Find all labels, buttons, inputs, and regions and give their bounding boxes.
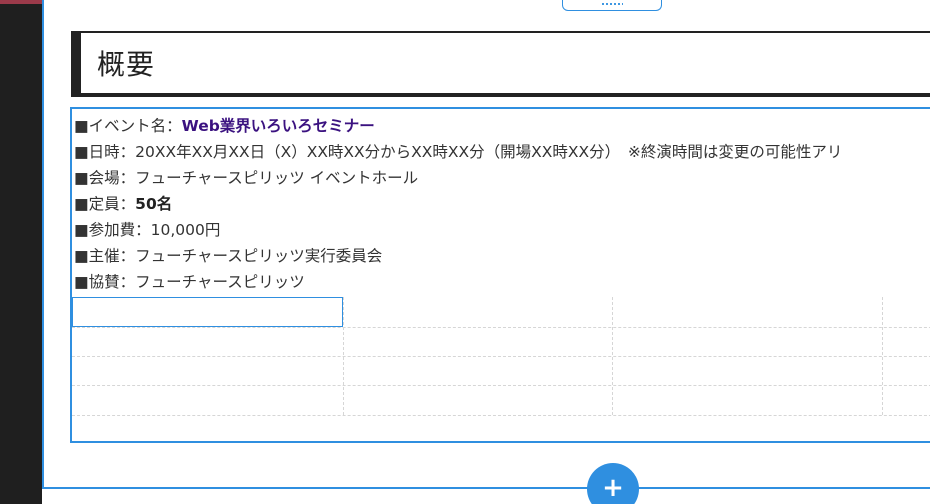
info-sponsor: ■協賛：フューチャースピリッツ — [74, 273, 305, 291]
grid-row-line — [72, 415, 930, 416]
info-capacity: ■定員：50名 — [74, 195, 842, 221]
grid-row-line — [72, 356, 930, 357]
grid-col-line — [882, 297, 883, 415]
info-event-name: ■イベント名：Web業界いろいろセミナー — [74, 117, 842, 143]
block-bottom-border — [42, 487, 930, 489]
plus-icon: + — [602, 473, 624, 503]
grid-col-line — [612, 297, 613, 415]
grid-row-line — [72, 385, 930, 386]
heading-title: 概要 — [97, 48, 156, 81]
grid-row-line — [72, 327, 930, 328]
active-table-cell[interactable] — [72, 297, 343, 327]
info-organizer: ■主催：フューチャースピリッツ実行委員会 — [74, 247, 383, 265]
drag-handle-icon — [601, 2, 623, 5]
block-drag-handle[interactable] — [562, 0, 662, 11]
event-name-value: Web業界いろいろセミナー — [181, 117, 375, 135]
event-info-list: ■イベント名：Web業界いろいろセミナー ■日時：20XX年XX月XX日（X）X… — [74, 117, 842, 299]
editor-stage: 概要 ■イベント名：Web業界いろいろセミナー ■日時：20XX年XX月XX日（… — [0, 0, 930, 504]
info-venue: ■会場：フューチャースピリッツ イベントホール — [74, 169, 419, 187]
empty-table-grid — [72, 297, 930, 443]
content-table-block[interactable]: ■イベント名：Web業界いろいろセミナー ■日時：20XX年XX月XX日（X）X… — [70, 107, 930, 443]
capacity-value: 50名 — [135, 195, 173, 213]
capacity-label: ■定員： — [74, 195, 136, 213]
grid-col-line — [343, 297, 344, 415]
event-name-label: ■イベント名： — [74, 117, 182, 135]
section-heading[interactable]: 概要 — [71, 31, 930, 97]
info-fee: ■参加費：10,000円 — [74, 221, 221, 239]
info-datetime: ■日時：20XX年XX月XX日（X）XX時XX分からXX時XX分（開場XX時XX… — [74, 143, 843, 161]
editor-left-rail — [0, 0, 42, 504]
